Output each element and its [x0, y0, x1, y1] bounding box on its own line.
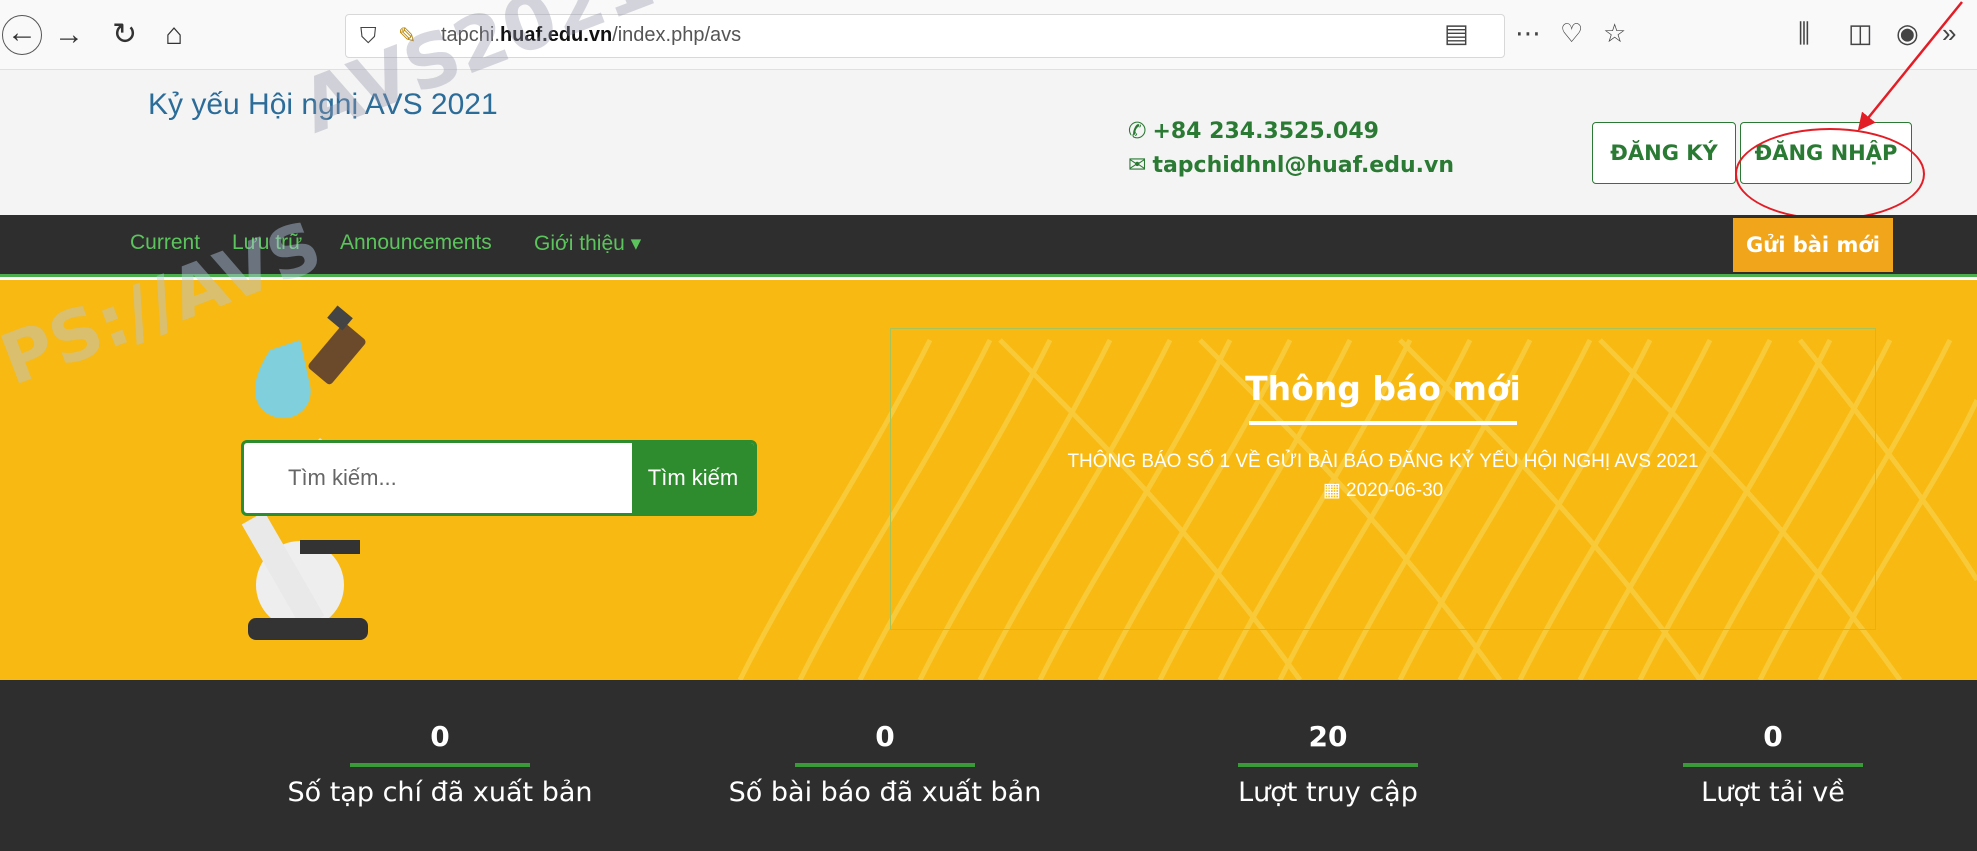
- stat-value: 0: [430, 720, 450, 753]
- pocket-icon[interactable]: ♡: [1560, 16, 1583, 50]
- browser-toolbar: ← → ↻ ⌂ ⛉ ✎ tapchi.huaf.edu.vn/index.php…: [0, 0, 1977, 70]
- home-icon[interactable]: ⌂: [165, 18, 183, 52]
- envelope-icon: ✉: [1128, 153, 1147, 178]
- calendar-icon: ▦: [1322, 480, 1347, 501]
- stat-label: Lượt tải về: [1701, 777, 1845, 808]
- stat-value: 20: [1308, 720, 1348, 753]
- announcement-heading: Thông báo mới: [1245, 369, 1521, 408]
- hero-banner: Tìm kiếm Thông báo mới THÔNG BÁO SỐ 1 VỀ…: [0, 280, 1977, 680]
- sidebar-icon[interactable]: ◫: [1848, 16, 1873, 50]
- stat-divider: [350, 763, 530, 767]
- stat-label: Số bài báo đã xuất bản: [728, 777, 1042, 808]
- forward-icon[interactable]: →: [54, 18, 84, 52]
- nav-item-about[interactable]: Giới thiệu ▾: [534, 231, 641, 256]
- stat-divider: [1683, 763, 1863, 767]
- register-button[interactable]: ĐĂNG KÝ: [1592, 122, 1736, 184]
- heading-underline: [1249, 421, 1517, 425]
- overflow-menu-icon[interactable]: »: [1942, 16, 1956, 50]
- announcement-link[interactable]: THÔNG BÁO SỐ 1 VỀ GỬI BÀI BÁO ĐĂNG KỶ YẾ…: [891, 451, 1875, 473]
- more-actions-icon[interactable]: ⋯: [1515, 16, 1541, 50]
- stat-divider: [1238, 763, 1418, 767]
- stat-journals: 0 Số tạp chí đã xuất bản: [260, 720, 620, 808]
- nav-item-archive[interactable]: Lưu trữ: [232, 231, 302, 255]
- reader-view-icon[interactable]: ▤: [1444, 16, 1469, 50]
- phone-icon: ✆: [1128, 119, 1147, 144]
- stat-label: Lượt truy cập: [1238, 777, 1418, 808]
- reload-icon[interactable]: ↻: [112, 18, 137, 52]
- nav-item-current[interactable]: Current: [130, 231, 200, 255]
- account-icon[interactable]: ◉: [1896, 16, 1919, 50]
- stat-label: Số tạp chí đã xuất bản: [287, 777, 593, 808]
- stat-downloads: 0 Lượt tải về: [1593, 720, 1953, 808]
- back-icon[interactable]: ←: [2, 15, 42, 55]
- shield-icon[interactable]: ⛉: [360, 23, 377, 49]
- search-button[interactable]: Tìm kiếm: [632, 443, 754, 513]
- bookmark-star-icon[interactable]: ☆: [1603, 16, 1626, 50]
- stat-articles: 0 Số bài báo đã xuất bản: [705, 720, 1065, 808]
- stat-value: 0: [1763, 720, 1783, 753]
- site-header: Kỷ yếu Hội nghị AVS 2021 ✆ +84 234.3525.0…: [0, 70, 1977, 215]
- annotation-circle: [1735, 128, 1925, 220]
- announcement-date: ▦ 2020-06-30: [1322, 480, 1444, 501]
- stat-value: 0: [875, 720, 895, 753]
- search-form: Tìm kiếm: [241, 440, 757, 516]
- url-bar[interactable]: ⛉ ✎ tapchi.huaf.edu.vn/index.php/avs: [345, 14, 1505, 58]
- phone-number: +84 234.3525.049: [1152, 119, 1379, 144]
- email-address: tapchidhnl@huaf.edu.vn: [1152, 153, 1454, 178]
- main-nav: Current Lưu trữ Announcements Giới thiệu…: [0, 215, 1977, 277]
- statistics-bar: 0 Số tạp chí đã xuất bản 0 Số bài báo đã…: [0, 680, 1977, 851]
- nav-item-announcements[interactable]: Announcements: [340, 231, 492, 255]
- stat-visits: 20 Lượt truy cập: [1148, 720, 1508, 808]
- announcement-panel: Thông báo mới THÔNG BÁO SỐ 1 VỀ GỬI BÀI …: [890, 328, 1876, 630]
- library-icon[interactable]: ⫼: [1798, 16, 1810, 50]
- submit-article-button[interactable]: Gửi bài mới: [1733, 218, 1893, 272]
- search-input[interactable]: [244, 443, 634, 513]
- contact-info: ✆ +84 234.3525.049 ✉ tapchidhnl@huaf.edu.v…: [1128, 115, 1454, 183]
- insecure-lock-icon[interactable]: ✎: [398, 23, 416, 49]
- stat-divider: [795, 763, 975, 767]
- site-title[interactable]: Kỷ yếu Hội nghị AVS 2021: [148, 88, 498, 122]
- url-text: tapchi.huaf.edu.vn/index.php/avs: [441, 24, 742, 46]
